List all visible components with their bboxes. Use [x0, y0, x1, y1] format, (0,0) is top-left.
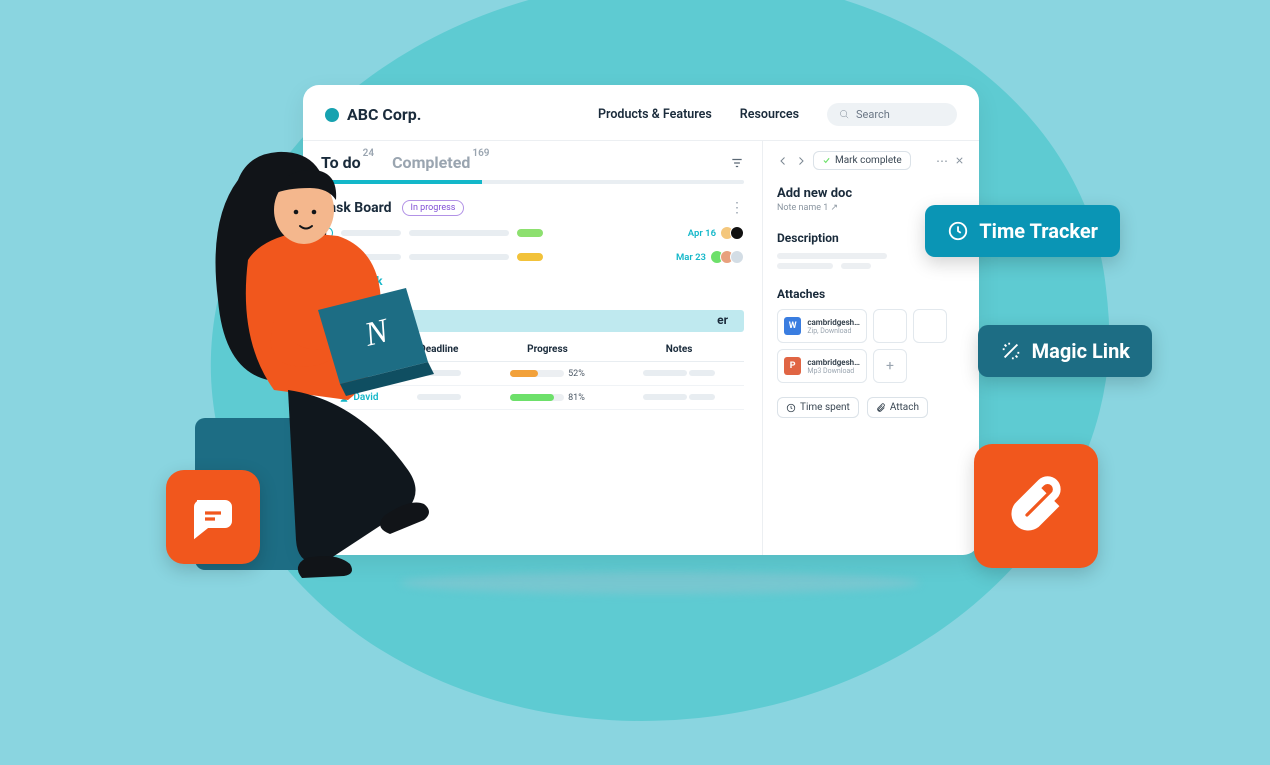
clock-icon [947, 220, 969, 242]
avatar [730, 226, 744, 240]
ppt-file-icon: P [784, 357, 801, 375]
attaches-label: Attaches [777, 287, 965, 301]
col-progress: Progress [481, 338, 614, 362]
clock-icon [786, 403, 796, 413]
chat-tile[interactable] [166, 470, 260, 564]
chat-icon [189, 493, 237, 541]
attach-button[interactable]: Attach [867, 397, 928, 418]
attachment[interactable]: W cambridgeshi… Zip, Download [777, 309, 867, 343]
attachment-placeholder[interactable] [873, 309, 907, 343]
progress-bar [510, 370, 564, 377]
search-placeholder: Search [856, 108, 890, 121]
col-notes: Notes [614, 338, 744, 362]
time-tracker-chip[interactable]: Time Tracker [925, 205, 1120, 257]
section-menu-icon[interactable]: ⋮ [730, 204, 744, 212]
brand-dot-icon [325, 108, 339, 122]
mark-complete-button[interactable]: Mark complete [813, 151, 911, 170]
attachment-tile[interactable] [974, 444, 1098, 568]
filter-icon[interactable] [730, 156, 744, 170]
avatar [730, 250, 744, 264]
task-date: Mar 23 [676, 252, 706, 263]
check-icon [822, 156, 831, 165]
time-spent-button[interactable]: Time spent [777, 397, 859, 418]
attachment[interactable]: P cambridgeshi… Mp3 Download [777, 349, 867, 383]
search-input[interactable]: Search [827, 103, 957, 126]
magic-link-chip[interactable]: Magic Link [978, 325, 1152, 377]
topbar: ABC Corp. Products & Features Resources … [303, 85, 979, 140]
nav-resources[interactable]: Resources [740, 107, 799, 122]
add-attachment-button[interactable]: + [873, 349, 907, 383]
nav-products[interactable]: Products & Features [598, 107, 712, 122]
chevron-left-icon[interactable] [777, 155, 789, 167]
plus-icon: + [886, 358, 894, 374]
task-date: Apr 16 [688, 228, 716, 239]
search-icon [839, 109, 850, 120]
magic-wand-icon [1000, 340, 1022, 362]
brand: ABC Corp. [325, 105, 421, 124]
detail-pane: Mark complete ⋯ Add new doc Note name 1 … [763, 141, 979, 555]
paperclip-icon [1005, 475, 1067, 537]
paperclip-icon [876, 403, 886, 413]
task-avatars [714, 250, 744, 264]
close-icon[interactable] [954, 155, 965, 166]
chevron-right-icon[interactable] [795, 155, 807, 167]
more-icon[interactable]: ⋯ [936, 154, 948, 168]
brand-name: ABC Corp. [347, 105, 421, 124]
task-avatars [724, 226, 744, 240]
word-file-icon: W [784, 317, 801, 335]
progress-bar [510, 394, 564, 401]
attachment-placeholder[interactable] [913, 309, 947, 343]
detail-title: Add new doc [777, 186, 965, 201]
